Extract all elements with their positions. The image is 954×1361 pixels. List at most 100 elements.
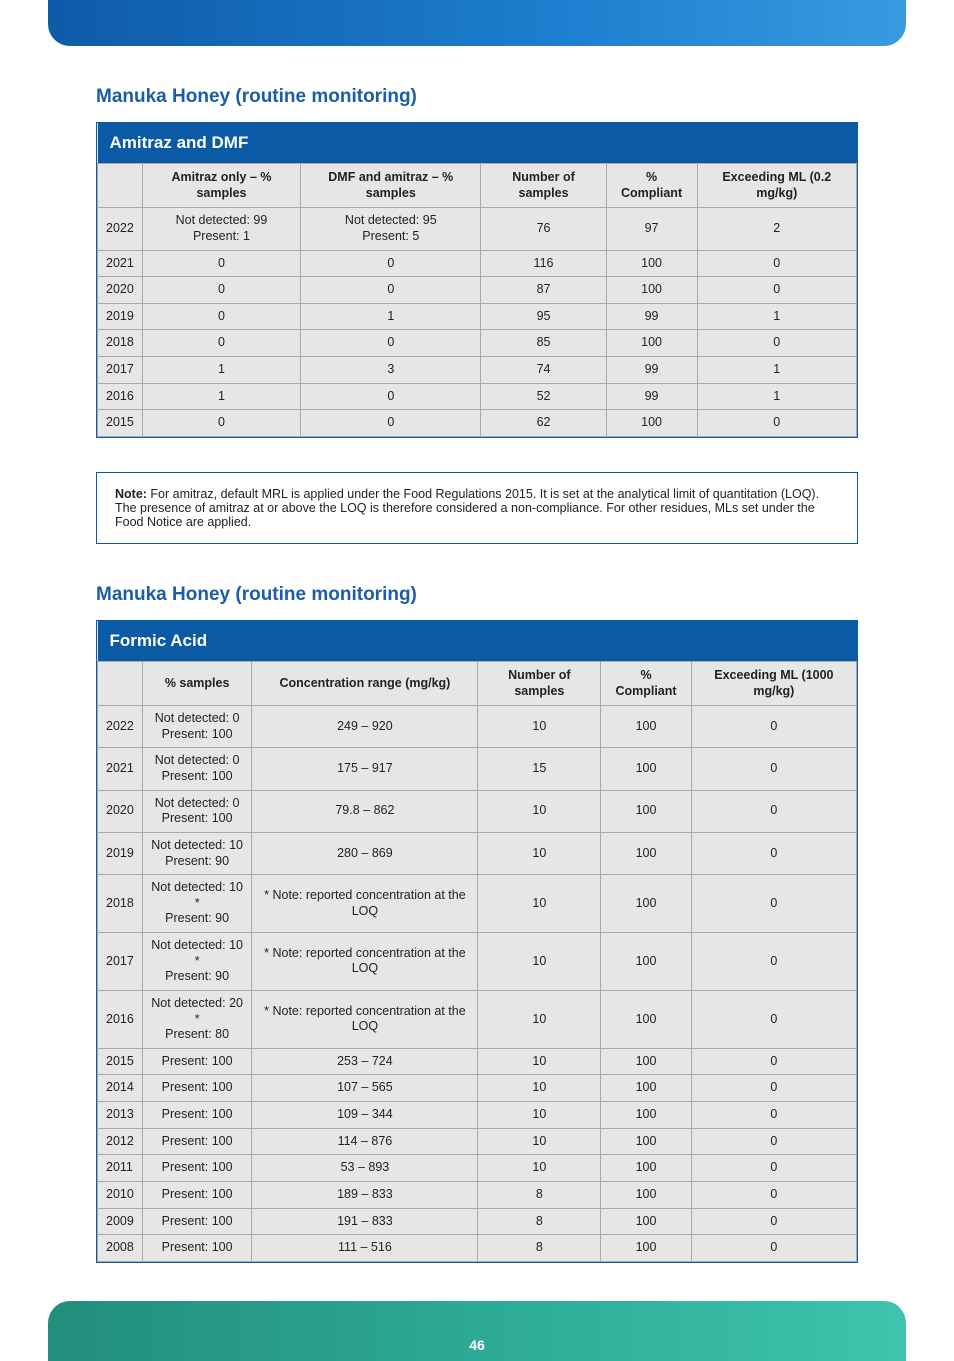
table-cell: 0 [697, 330, 856, 357]
table-cell: 100 [601, 1181, 691, 1208]
table-formic: Formic Acid % samples Concentration rang… [97, 621, 857, 1262]
table1-title: Amitraz and DMF [98, 123, 857, 164]
t1-h4: % Compliant [606, 164, 697, 208]
table-cell: 116 [481, 250, 606, 277]
table-row: 20171374991 [98, 357, 857, 384]
bottom-banner: 46 [48, 1301, 906, 1361]
table-row: 20190195991 [98, 303, 857, 330]
table-cell: Present: 100 [142, 1155, 252, 1182]
table-cell: 100 [606, 330, 697, 357]
table-cell: 99 [606, 383, 697, 410]
table-cell: 0 [691, 1155, 856, 1182]
table-cell: 0 [691, 1075, 856, 1102]
table-cell: 109 – 344 [252, 1102, 478, 1129]
table-cell: 0 [142, 277, 300, 304]
table-row: 20161052991 [98, 383, 857, 410]
table-cell: 2014 [98, 1075, 143, 1102]
table-cell: 10 [478, 706, 601, 748]
table2-title: Formic Acid [98, 621, 857, 662]
table-cell: 3 [301, 357, 481, 384]
table-cell: 15 [478, 748, 601, 790]
table-cell: 2022 [98, 208, 143, 250]
table-cell: 100 [601, 706, 691, 748]
table-cell: 114 – 876 [252, 1128, 478, 1155]
table-cell: 0 [301, 383, 481, 410]
table-cell: 99 [606, 357, 697, 384]
table-cell: 2018 [98, 875, 143, 933]
table-cell: 62 [481, 410, 606, 437]
t1-h0 [98, 164, 143, 208]
table-cell: 0 [691, 832, 856, 874]
table-cell: Not detected: 10Present: 90 [142, 832, 252, 874]
table-cell: 0 [691, 706, 856, 748]
table-cell: 100 [601, 1155, 691, 1182]
table-cell: 2018 [98, 330, 143, 357]
table-cell: 0 [142, 250, 300, 277]
t1-h3: Number of samples [481, 164, 606, 208]
table-cell: 0 [301, 410, 481, 437]
table-row: 2017Not detected: 10 *Present: 90* Note:… [98, 933, 857, 991]
table-cell: 0 [697, 277, 856, 304]
table-cell: 10 [478, 1128, 601, 1155]
table-cell: 100 [601, 1048, 691, 1075]
table-cell: 2011 [98, 1155, 143, 1182]
table-cell: 10 [478, 875, 601, 933]
table-row: 2019Not detected: 10Present: 90280 – 869… [98, 832, 857, 874]
table-cell: 2020 [98, 790, 143, 832]
table-cell: 8 [478, 1235, 601, 1262]
t1-h5: Exceeding ML (0.2 mg/kg) [697, 164, 856, 208]
table-cell: 100 [601, 790, 691, 832]
table-cell: 2013 [98, 1102, 143, 1129]
table-cell: Not detected: 0Present: 100 [142, 706, 252, 748]
table-cell: 0 [142, 410, 300, 437]
section1-title: Manuka Honey (routine monitoring) [96, 86, 906, 108]
table-row: 201500621000 [98, 410, 857, 437]
table-cell: 100 [601, 1128, 691, 1155]
table-cell: 2017 [98, 357, 143, 384]
table-cell: 0 [691, 933, 856, 991]
table-row: 2011Present: 10053 – 893101000 [98, 1155, 857, 1182]
section2-title: Manuka Honey (routine monitoring) [96, 584, 906, 606]
table-cell: 0 [697, 410, 856, 437]
table-1-wrap: Amitraz and DMF Amitraz only – % samples… [96, 122, 858, 438]
table-cell: 100 [601, 990, 691, 1048]
table-cell: 0 [301, 277, 481, 304]
table-cell: 175 – 917 [252, 748, 478, 790]
table-cell: * Note: reported concentration at the LO… [252, 933, 478, 991]
table-row: 2022Not detected: 0Present: 100249 – 920… [98, 706, 857, 748]
table-cell: * Note: reported concentration at the LO… [252, 875, 478, 933]
table-row: 2021001161000 [98, 250, 857, 277]
note-label: Note: [115, 487, 147, 501]
table-row: 201800851000 [98, 330, 857, 357]
table-cell: 100 [606, 277, 697, 304]
table-cell: 85 [481, 330, 606, 357]
table-cell: 8 [478, 1208, 601, 1235]
table-cell: 2012 [98, 1128, 143, 1155]
table-cell: 10 [478, 933, 601, 991]
t2-h0 [98, 661, 143, 705]
table-cell: Not detected: 0Present: 100 [142, 790, 252, 832]
table-cell: 100 [601, 748, 691, 790]
table-cell: 0 [697, 250, 856, 277]
table-cell: 0 [691, 875, 856, 933]
table-cell: 0 [691, 790, 856, 832]
table-row: 2018Not detected: 10 *Present: 90* Note:… [98, 875, 857, 933]
table-cell: 0 [301, 250, 481, 277]
table-cell: 2021 [98, 250, 143, 277]
table-cell: 76 [481, 208, 606, 250]
table-cell: Not detected: 10 *Present: 90 [142, 933, 252, 991]
table-row: 2022Not detected: 99Present: 1Not detect… [98, 208, 857, 250]
table-cell: 10 [478, 832, 601, 874]
t2-h1: % samples [142, 661, 252, 705]
page-number: 46 [469, 1337, 485, 1353]
table-cell: 10 [478, 1155, 601, 1182]
table-row: 2021Not detected: 0Present: 100175 – 917… [98, 748, 857, 790]
table-cell: 0 [301, 330, 481, 357]
table-cell: 0 [142, 303, 300, 330]
note-text: For amitraz, default MRL is applied unde… [115, 487, 819, 529]
table-cell: 10 [478, 1102, 601, 1129]
table-cell: 0 [691, 1181, 856, 1208]
table-cell: 87 [481, 277, 606, 304]
table-cell: Not detected: 10 *Present: 90 [142, 875, 252, 933]
table-cell: Not detected: 99Present: 1 [142, 208, 300, 250]
